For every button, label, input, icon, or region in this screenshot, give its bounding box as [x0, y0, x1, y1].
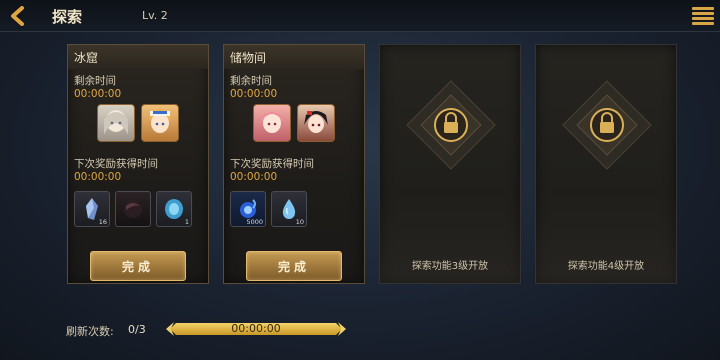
- next-reward-label: 下次奖励获得时间: [230, 158, 314, 170]
- blonde-hero-portrait-icon: [149, 109, 171, 133]
- reward-item[interactable]: 5000: [230, 191, 266, 227]
- avatar[interactable]: [297, 104, 335, 142]
- explore-card-locked-lv4: 探索功能4级开放: [535, 44, 677, 284]
- refresh-timer: 00:00:00: [231, 322, 281, 335]
- complete-button[interactable]: 完成: [90, 251, 186, 281]
- refresh-count: 0/3: [128, 323, 146, 336]
- avatar[interactable]: [253, 104, 291, 142]
- locked-message: 探索功能3级开放: [411, 261, 489, 272]
- remaining-time-label: 剩余时间: [230, 75, 272, 87]
- refresh-timer-bar: 00:00:00: [166, 320, 346, 338]
- lock-icon: [406, 80, 496, 170]
- reward-count: 16: [98, 218, 107, 226]
- hamburger-icon: [692, 7, 714, 25]
- reward-list: 16 1: [68, 191, 208, 227]
- reward-list: 5000 10: [224, 191, 364, 227]
- refresh-label: 刷新次数:: [66, 325, 114, 338]
- next-reward-time: 00:00:00: [230, 171, 278, 183]
- reward-count: 10: [295, 218, 304, 226]
- reward-item[interactable]: [115, 191, 151, 227]
- lock-icon: [562, 80, 652, 170]
- card-title: 储物间: [224, 45, 364, 69]
- locked-message: 探索功能4级开放: [567, 261, 645, 272]
- dark-orb-icon: [124, 200, 142, 218]
- avatar[interactable]: [141, 104, 179, 142]
- top-bar: 探索 Lv. 2: [0, 0, 720, 32]
- silver-hair-hero-portrait-icon: [104, 110, 128, 135]
- page-title: 探索: [52, 8, 83, 26]
- reward-count: 1: [184, 218, 189, 226]
- hero-avatars: [224, 104, 364, 142]
- explore-card-storage-room: 储物间 剩余时间 00:00:00 下次奖励获得时间 00:00:00 5000…: [223, 44, 365, 284]
- back-button[interactable]: [6, 4, 30, 28]
- player-level: Lv. 2: [142, 9, 168, 22]
- menu-button[interactable]: [692, 5, 714, 27]
- chevron-left-icon: [11, 6, 24, 26]
- explore-card-ice-cave: 冰窟 剩余时间 00:00:00 下次奖励获得时间 00:00:00 16 1 …: [67, 44, 209, 284]
- card-title: 冰窟: [68, 45, 208, 69]
- reward-item[interactable]: 16: [74, 191, 110, 227]
- next-reward-label: 下次奖励获得时间: [74, 158, 158, 170]
- remaining-time-value: 00:00:00: [230, 88, 278, 100]
- reward-count: 5000: [246, 218, 263, 226]
- explore-card-locked-lv3: 探索功能3级开放: [379, 44, 521, 284]
- remaining-time-label: 剩余时间: [74, 75, 116, 87]
- blue-gem-icon: [165, 199, 183, 219]
- next-reward-time: 00:00:00: [74, 171, 122, 183]
- pink-hair-hero-portrait-icon: [260, 112, 284, 133]
- black-hair-hero-portrait-icon: [304, 111, 328, 133]
- hero-avatars: [68, 104, 208, 142]
- remaining-time-value: 00:00:00: [74, 88, 122, 100]
- reward-item[interactable]: 1: [156, 191, 192, 227]
- complete-button[interactable]: 完成: [246, 251, 342, 281]
- avatar[interactable]: [97, 104, 135, 142]
- reward-item[interactable]: 10: [271, 191, 307, 227]
